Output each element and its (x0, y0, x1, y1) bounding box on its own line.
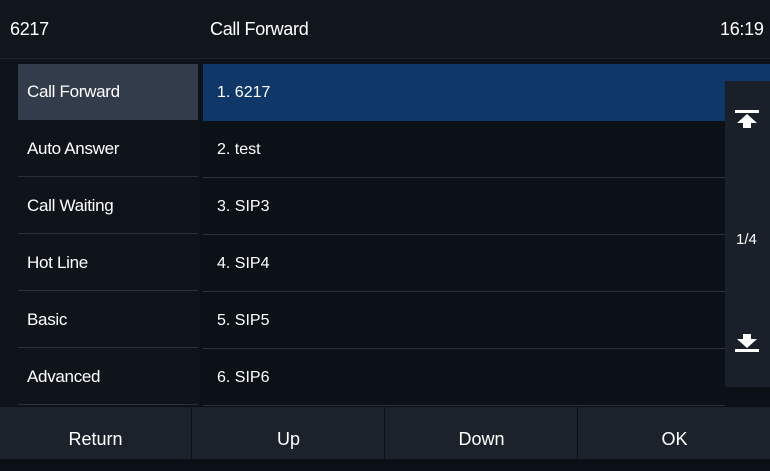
sidebar-item-advanced[interactable]: Advanced (18, 349, 198, 405)
list-item-label: 2. test (217, 141, 261, 158)
page-scroller: 1/4 (725, 81, 770, 387)
sidebar-item-label: Auto Answer (27, 139, 120, 158)
account-label: 6217 (10, 19, 49, 39)
page-indicator: 1/4 (736, 231, 757, 248)
list-item-label: 5. SIP5 (217, 312, 270, 329)
list-item[interactable]: 1. 6217 (203, 64, 770, 121)
list-item[interactable]: 6. SIP6 (203, 349, 725, 406)
list-item-label: 1. 6217 (217, 84, 271, 101)
sidebar-item-label: Hot Line (27, 253, 88, 272)
page-title: Call Forward (210, 19, 309, 39)
return-button[interactable]: Return (0, 407, 192, 459)
sidebar-item-basic[interactable]: Basic (18, 292, 198, 348)
scroll-to-top-icon[interactable] (734, 109, 760, 129)
list-item-label: 6. SIP6 (217, 369, 270, 386)
sidebar: Call Forward Auto Answer Call Waiting Ho… (0, 59, 200, 406)
sidebar-item-label: Basic (27, 310, 68, 329)
sidebar-item-call-waiting[interactable]: Call Waiting (18, 178, 198, 234)
sidebar-item-label: Call Forward (27, 82, 120, 101)
ok-button[interactable]: OK (579, 407, 770, 459)
list-item[interactable]: 5. SIP5 (203, 292, 725, 349)
list-item-label: 3. SIP3 (217, 198, 270, 215)
status-bar: 6217 Call Forward 16:19 (0, 0, 770, 59)
sidebar-item-label: Call Waiting (27, 196, 114, 215)
list-item[interactable]: 2. test (203, 121, 725, 178)
sidebar-item-call-forward[interactable]: Call Forward (18, 64, 198, 120)
scroll-to-bottom-icon[interactable] (734, 333, 760, 353)
list-item-label: 4. SIP4 (217, 255, 270, 272)
up-button[interactable]: Up (193, 407, 385, 459)
softkey-bar: Return Up Down OK (0, 407, 770, 459)
down-button[interactable]: Down (386, 407, 578, 459)
account-list: 1. 6217 2. test 3. SIP3 4. SIP4 5. SIP5 … (203, 59, 770, 406)
clock: 16:19 (720, 19, 764, 39)
list-item[interactable]: 4. SIP4 (203, 235, 725, 292)
sidebar-item-auto-answer[interactable]: Auto Answer (18, 121, 198, 177)
sidebar-item-hot-line[interactable]: Hot Line (18, 235, 198, 291)
sidebar-item-label: Advanced (27, 367, 101, 386)
list-item[interactable]: 3. SIP3 (203, 178, 725, 235)
